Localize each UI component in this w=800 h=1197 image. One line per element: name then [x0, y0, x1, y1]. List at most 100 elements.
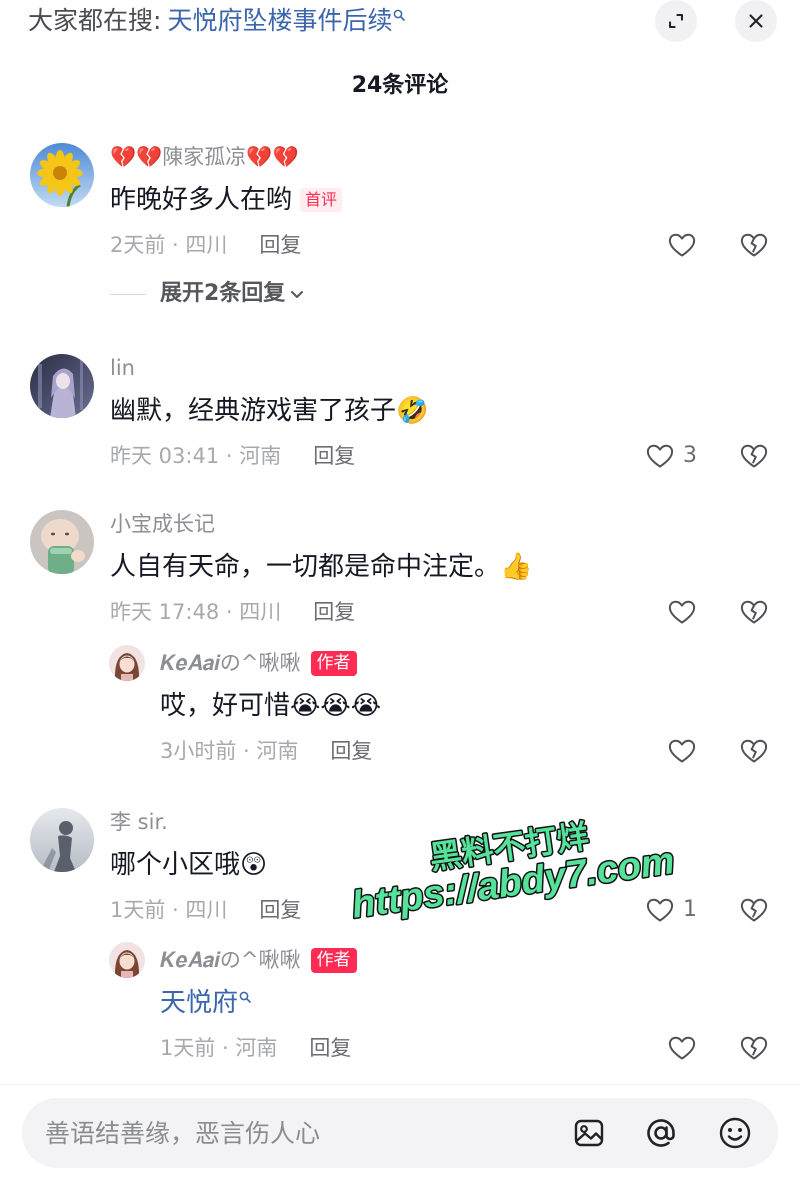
- username[interactable]: 𝑲𝒆𝑨𝒂𝒊の^啾啾: [160, 946, 301, 974]
- girl-avatar: [109, 645, 145, 681]
- username[interactable]: 𝑲𝒆𝑨𝒂𝒊の^啾啾: [160, 649, 301, 677]
- comment-input[interactable]: [45, 1113, 545, 1153]
- comment-meta: 1天前 · 四川: [110, 898, 228, 922]
- reply-button[interactable]: 回复: [313, 442, 355, 470]
- comment-text-row: 人自有天命，一切都是命中注定。👍: [110, 550, 532, 584]
- reply-button[interactable]: 回复: [313, 598, 355, 626]
- chevron-down-icon: [291, 291, 304, 298]
- search-icon: [239, 991, 251, 1003]
- like-button[interactable]: [667, 230, 697, 260]
- reply-meta: 1天前 · 河南: [160, 1036, 278, 1060]
- like-button[interactable]: 1: [645, 895, 697, 925]
- comment-meta-row: 2天前 · 四川 回复: [110, 231, 301, 259]
- heart-icon: [668, 233, 696, 257]
- comment-text-row: 昨晚好多人在哟 首评: [110, 183, 343, 217]
- comment-text: 人自有天命，一切都是命中注定。👍: [110, 552, 533, 582]
- broken-heart-icon: [740, 600, 768, 624]
- heart-icon: [668, 739, 696, 763]
- close-icon: [749, 14, 763, 28]
- comment-text-row: 哪个小区哦😲: [110, 848, 267, 882]
- username-row: 💔💔陳家孤凉💔💔: [110, 143, 299, 171]
- reply-text: 哎，好可惜😭😭😭: [160, 691, 382, 721]
- avatar[interactable]: [30, 510, 94, 574]
- reply-body: 𝑲𝒆𝑨𝒂𝒊の^啾啾 作者 天悦府 1天前 · 河南 回复: [160, 946, 630, 1064]
- author-badge: 作者: [310, 650, 357, 676]
- broken-heart-icon: [740, 1036, 768, 1060]
- avatar[interactable]: [109, 645, 145, 681]
- comment-item: 💔💔陳家孤凉💔💔 昨晚好多人在哟 首评 2天前 · 四川 回复: [0, 143, 800, 261]
- comment-input-box[interactable]: [22, 1098, 778, 1168]
- like-button[interactable]: [667, 597, 697, 627]
- search-hint-query[interactable]: 天悦府坠楼事件后续: [167, 4, 392, 38]
- close-button[interactable]: [735, 0, 777, 42]
- comment-meta-row: 昨天 03:41 · 河南 回复: [110, 442, 355, 470]
- like-button[interactable]: [667, 1033, 697, 1063]
- reply-body: 𝑲𝒆𝑨𝒂𝒊の^啾啾 作者 哎，好可惜😭😭😭 3小时前 · 河南 回复: [160, 649, 630, 767]
- username[interactable]: 李 sir.: [110, 808, 168, 836]
- comment-item: 李 sir. 哪个小区哦😲 1天前 · 四川 回复 1: [0, 808, 800, 926]
- dislike-button[interactable]: [739, 230, 769, 260]
- avatar[interactable]: [30, 354, 94, 418]
- girl-avatar: [109, 942, 145, 978]
- like-button[interactable]: [667, 736, 697, 766]
- emoji-icon[interactable]: [717, 1115, 753, 1151]
- reply-button[interactable]: 回复: [259, 231, 301, 259]
- expand-replies-row: 展开2条回复: [0, 280, 800, 308]
- search-suggestion-bar: 大家都在搜: 天悦府坠楼事件后续: [0, 0, 800, 46]
- comment-meta: 2天前 · 四川: [110, 233, 228, 257]
- username[interactable]: 💔💔陳家孤凉💔💔: [110, 143, 299, 171]
- collapse-button[interactable]: [655, 0, 697, 42]
- comment-meta: 昨天 03:41 · 河南: [110, 444, 282, 468]
- dislike-button[interactable]: [739, 597, 769, 627]
- search-hint[interactable]: 大家都在搜: 天悦府坠楼事件后续: [28, 4, 406, 38]
- first-comment-badge: 首评: [300, 188, 343, 212]
- comment-item: 小宝成长记 人自有天命，一切都是命中注定。👍 昨天 17:48 · 四川 回复: [0, 510, 800, 628]
- comment-body: 小宝成长记 人自有天命，一切都是命中注定。👍 昨天 17:48 · 四川 回复: [110, 510, 630, 628]
- expand-icon: [669, 14, 683, 28]
- dislike-button[interactable]: [739, 1033, 769, 1063]
- shadow-avatar: [30, 808, 94, 872]
- broken-heart-icon: [740, 898, 768, 922]
- comment-meta-row: 1天前 · 四川 回复: [110, 896, 301, 924]
- comment-item: lin 幽默，经典游戏害了孩子🤣 昨天 03:41 · 河南 回复 3: [0, 354, 800, 472]
- sunflower-avatar: [30, 143, 94, 207]
- reply-meta-row: 3小时前 · 河南 回复: [160, 737, 372, 765]
- anime-avatar: [30, 354, 94, 418]
- reply-text-row: 哎，好可惜😭😭😭: [160, 689, 381, 723]
- heart-icon: [668, 600, 696, 624]
- heart-icon: [668, 1036, 696, 1060]
- dislike-button[interactable]: [739, 895, 769, 925]
- broken-heart-icon: [740, 739, 768, 763]
- broken-heart-icon: [740, 233, 768, 257]
- expand-replies-button[interactable]: 展开2条回复: [160, 280, 305, 308]
- like-count: 3: [683, 443, 697, 468]
- reply-button[interactable]: 回复: [259, 896, 301, 924]
- avatar[interactable]: [30, 808, 94, 872]
- comment-body: 💔💔陳家孤凉💔💔 昨晚好多人在哟 首评 2天前 · 四川 回复: [110, 143, 630, 261]
- username[interactable]: 小宝成长记: [110, 510, 215, 538]
- search-link-text[interactable]: 天悦府: [160, 986, 238, 1020]
- comment-text: 哪个小区哦😲: [110, 850, 268, 880]
- username-row: 𝑲𝒆𝑨𝒂𝒊の^啾啾 作者: [160, 946, 357, 974]
- dislike-button[interactable]: [739, 441, 769, 471]
- comment-count-title: 24条评论: [351, 73, 449, 98]
- search-icon: [394, 9, 406, 21]
- expand-replies-label: 展开2条回复: [160, 281, 286, 306]
- avatar[interactable]: [109, 942, 145, 978]
- baby-avatar: [30, 510, 94, 574]
- image-icon[interactable]: [571, 1115, 607, 1151]
- reply-button[interactable]: 回复: [309, 1034, 351, 1062]
- comment-meta-row: 昨天 17:48 · 四川 回复: [110, 598, 355, 626]
- divider: [110, 294, 146, 295]
- reply-meta-row: 1天前 · 河南 回复: [160, 1034, 351, 1062]
- reply-item: 𝑲𝒆𝑨𝒂𝒊の^啾啾 作者 哎，好可惜😭😭😭 3小时前 · 河南 回复: [0, 645, 800, 767]
- dislike-button[interactable]: [739, 736, 769, 766]
- at-icon[interactable]: [643, 1115, 679, 1151]
- like-button[interactable]: 3: [645, 441, 697, 471]
- like-count: 1: [683, 897, 697, 922]
- author-badge: 作者: [310, 947, 357, 973]
- username[interactable]: lin: [110, 354, 135, 382]
- reply-button[interactable]: 回复: [330, 737, 372, 765]
- comment-text: 昨晚好多人在哟: [110, 185, 293, 215]
- avatar[interactable]: [30, 143, 94, 207]
